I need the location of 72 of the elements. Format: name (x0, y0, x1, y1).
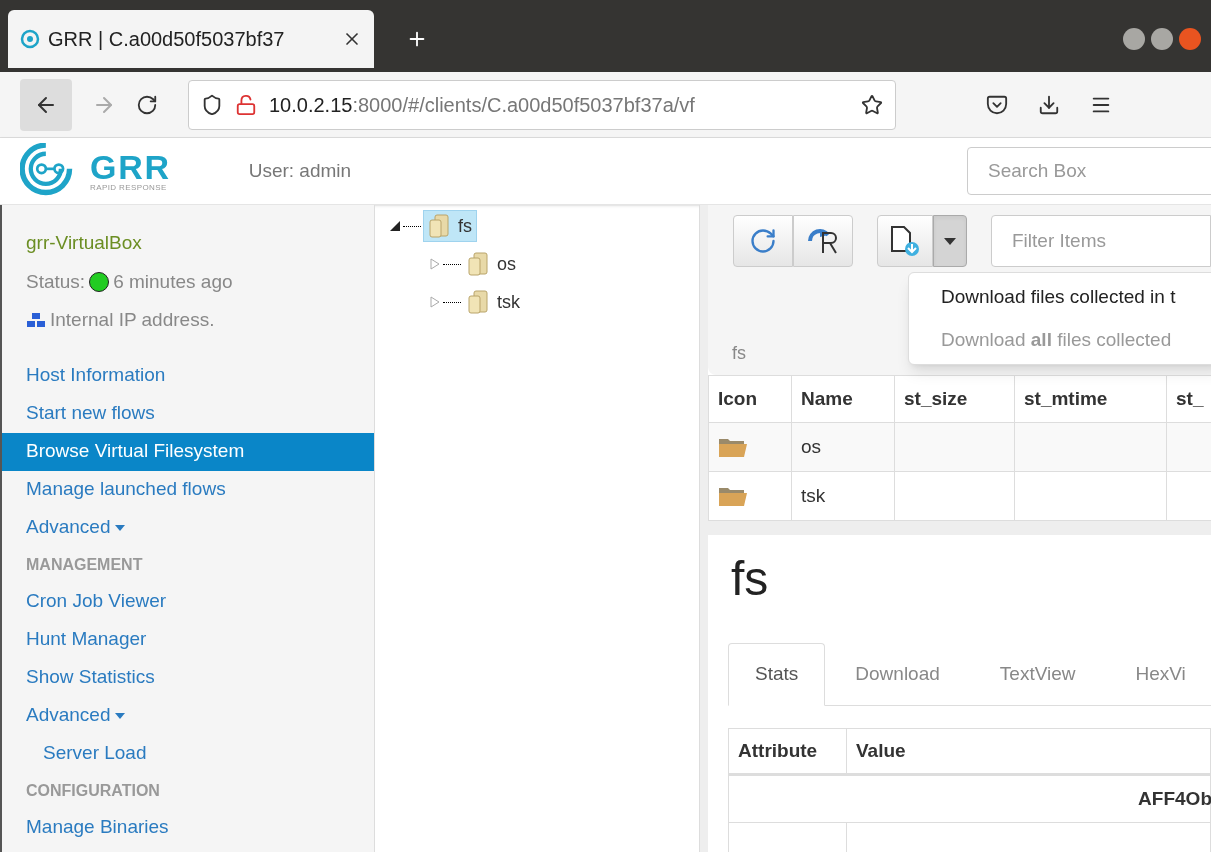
logo-subtitle: RAPID RESPONSE (90, 184, 168, 192)
nav-link[interactable]: Show Statistics (2, 658, 374, 697)
tree-node[interactable]: os (463, 248, 520, 280)
folder-icon (428, 214, 450, 238)
menu-item[interactable]: Download files collected in t (941, 283, 1211, 312)
table-cell: tsk (791, 471, 895, 521)
download-button[interactable] (877, 215, 934, 267)
browser-tab[interactable]: GRR | C.a00d50f5037bf37 (8, 10, 374, 68)
user-label: User: admin (248, 158, 352, 183)
folder-icon (718, 436, 748, 458)
nav-link[interactable]: Advanced (2, 696, 374, 735)
tab[interactable]: HexVi (1105, 643, 1211, 706)
minimize-button[interactable] (1123, 28, 1145, 50)
column-header[interactable]: st_size (894, 375, 1015, 423)
ip-note: Internal IP address. (50, 308, 215, 332)
table-cell: os (791, 422, 895, 472)
grr-logo-icon (20, 29, 40, 49)
insecure-lock-icon (235, 93, 257, 116)
nav-link[interactable]: Browse Virtual Filesystem (2, 432, 374, 471)
bookmark-star-icon[interactable] (861, 93, 883, 116)
reload-icon[interactable] (136, 93, 158, 116)
maximize-button[interactable] (1151, 28, 1173, 50)
caret-icon (114, 712, 125, 719)
caret-icon (944, 237, 957, 245)
breadcrumb: fs (731, 342, 747, 365)
nav-link[interactable]: Hunt Manager (2, 620, 374, 659)
tree-node[interactable]: tsk (463, 286, 524, 318)
tab[interactable]: Download (825, 643, 970, 706)
nav-link[interactable]: Start new flows (2, 394, 374, 433)
search-field[interactable]: Search Box (967, 147, 1211, 195)
nav-link[interactable]: Manage Binaries (2, 808, 374, 847)
tree-node[interactable]: fs (423, 210, 477, 242)
nav-link[interactable]: Server Load (2, 734, 374, 773)
tab[interactable]: TextView (969, 643, 1106, 706)
refresh-button[interactable] (733, 215, 794, 267)
column-header[interactable]: st_mtime (1014, 375, 1167, 423)
url-field[interactable]: 10.0.2.15:8000/#/clients/C.a00d50f5037bf37a/vf (188, 79, 896, 130)
folder-icon (718, 485, 748, 507)
section-header: CONFIGURATION (25, 780, 161, 801)
filter-field[interactable]: Filter Items (991, 215, 1211, 267)
file-title: fs (730, 555, 770, 603)
client-hostname: grr-VirtualBox (26, 231, 143, 255)
url-text: 10.0.2.15:8000/#/clients/C.a00d50f5037bf37a/vf (269, 92, 696, 118)
back-button[interactable] (20, 78, 72, 131)
expanded-icon[interactable] (389, 220, 401, 232)
download-icon[interactable] (1038, 93, 1060, 116)
shield-icon (201, 93, 223, 116)
tab[interactable]: Stats (728, 643, 826, 706)
column-header: Attribute (728, 728, 847, 775)
close-button[interactable] (1179, 28, 1201, 50)
folder-icon (467, 252, 489, 276)
recursive-refresh-button[interactable] (793, 215, 854, 267)
nav-link[interactable]: Advanced (2, 508, 374, 547)
folder-icon (467, 290, 489, 314)
column-header[interactable]: st_ (1166, 375, 1211, 423)
nav-link[interactable]: Cron Job Viewer (2, 582, 374, 621)
column-header[interactable]: Name (791, 375, 895, 423)
tab-title: GRR | C.a00d50f5037bf37 (48, 27, 286, 52)
refresh-icon (749, 227, 778, 255)
logo-text: GRR (90, 150, 171, 184)
last-seen-text: 6 minutes ago (113, 269, 233, 294)
status-label: Status: (26, 269, 86, 294)
dropdown-toggle-button[interactable] (933, 215, 967, 267)
caret-icon (114, 524, 125, 531)
nav-link[interactable]: Host Information (2, 356, 374, 395)
section-title: AFF4Ob (1138, 787, 1211, 809)
section-header: MANAGEMENT (25, 554, 144, 575)
column-header[interactable]: Icon (708, 375, 792, 423)
pocket-icon[interactable] (986, 93, 1008, 116)
column-header: Value (846, 728, 1211, 775)
nav-link[interactable]: Manage launched flows (2, 470, 374, 509)
network-icon (26, 312, 46, 329)
